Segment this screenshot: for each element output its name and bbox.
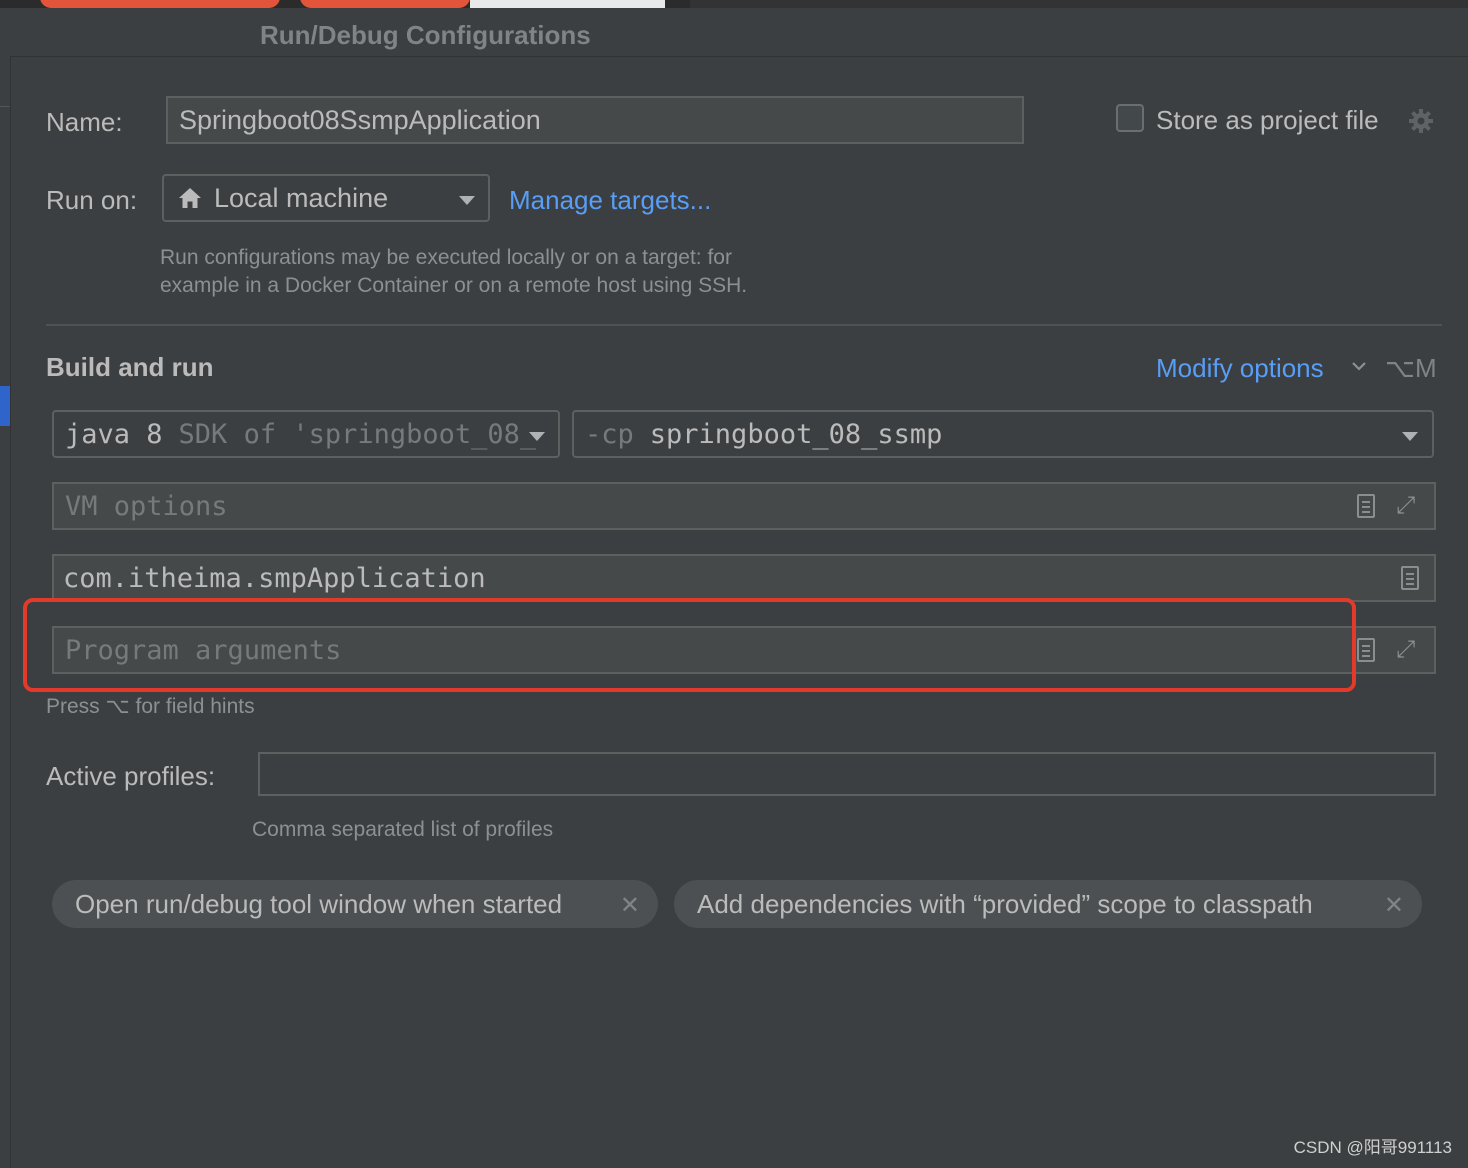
chevron-down-icon	[529, 432, 545, 441]
jdk-dropdown[interactable]: java 8 SDK of 'springboot_08_	[52, 410, 560, 458]
main-class-value: com.itheima.smpApplication	[63, 562, 486, 594]
gear-icon[interactable]	[1407, 107, 1435, 135]
classpath-dropdown[interactable]: -cp springboot_08_ssmp	[572, 410, 1434, 458]
option-chip-label: Open run/debug tool window when started	[75, 888, 563, 919]
separator	[46, 324, 1442, 326]
document-icon[interactable]	[1357, 494, 1375, 518]
run-debug-dialog: Run/Debug Configurations Name: Springboo…	[11, 8, 1468, 1168]
highlight-box	[23, 598, 1356, 692]
jdk-detail: SDK of 'springboot_08_	[178, 418, 537, 450]
document-icon[interactable]	[1357, 638, 1375, 662]
background-sidebar-strip	[0, 56, 11, 1168]
option-chip-label: Add dependencies with “provided” scope t…	[697, 888, 1313, 919]
run-on-label: Run on:	[46, 185, 138, 215]
home-icon	[179, 188, 201, 208]
classpath-prefix: -cp	[585, 418, 634, 450]
expand-icon[interactable]: ⤢	[1396, 635, 1415, 663]
run-on-value: Local machine	[214, 182, 389, 213]
background-window-strip	[0, 0, 1468, 8]
vm-options-input[interactable]: VM options ⤢	[52, 482, 1436, 530]
close-icon[interactable]: ✕	[1384, 891, 1404, 920]
manage-targets-link[interactable]: Manage targets...	[509, 185, 711, 216]
watermark: CSDN @阳哥991113	[1293, 1138, 1452, 1157]
dialog-titlebar: Run/Debug Configurations	[11, 8, 1468, 57]
vm-options-placeholder: VM options	[65, 490, 228, 522]
modify-options-shortcut: ⌥M	[1385, 353, 1437, 383]
main-class-input[interactable]: com.itheima.smpApplication	[52, 554, 1436, 602]
run-on-hint-line2: example in a Docker Container or on a re…	[160, 274, 748, 297]
option-chip-provided-scope[interactable]: Add dependencies with “provided” scope t…	[674, 880, 1422, 928]
document-icon[interactable]	[1401, 566, 1419, 590]
modify-options-link[interactable]: Modify options	[1156, 353, 1324, 384]
active-profiles-label: Active profiles:	[46, 761, 216, 791]
store-as-project-file-checkbox[interactable]	[1116, 104, 1144, 132]
field-hints-text: Press ⌥ for field hints	[46, 695, 255, 718]
classpath-value: springboot_08_ssmp	[649, 418, 943, 450]
dialog-title: Run/Debug Configurations	[260, 20, 591, 50]
close-icon[interactable]: ✕	[620, 891, 640, 920]
run-on-hint-line1: Run configurations may be executed local…	[160, 246, 732, 269]
active-profiles-hint: Comma separated list of profiles	[252, 818, 554, 841]
chevron-down-icon	[1402, 432, 1418, 441]
store-as-project-file-label[interactable]: Store as project file	[1156, 105, 1379, 136]
chevron-down-icon[interactable]	[1351, 360, 1367, 372]
option-chip-open-tool-window[interactable]: Open run/debug tool window when started …	[52, 880, 658, 928]
chevron-down-icon	[459, 196, 475, 205]
name-input[interactable]: Springboot08SsmpApplication	[166, 96, 1024, 144]
active-profiles-input[interactable]	[258, 752, 1436, 796]
section-title-build-and-run: Build and run	[46, 352, 214, 382]
jdk-name: java 8	[65, 418, 163, 450]
run-on-dropdown[interactable]: Local machine	[162, 174, 490, 222]
name-label: Name:	[46, 107, 123, 137]
expand-icon[interactable]: ⤢	[1396, 491, 1415, 519]
name-value: Springboot08SsmpApplication	[179, 104, 541, 135]
